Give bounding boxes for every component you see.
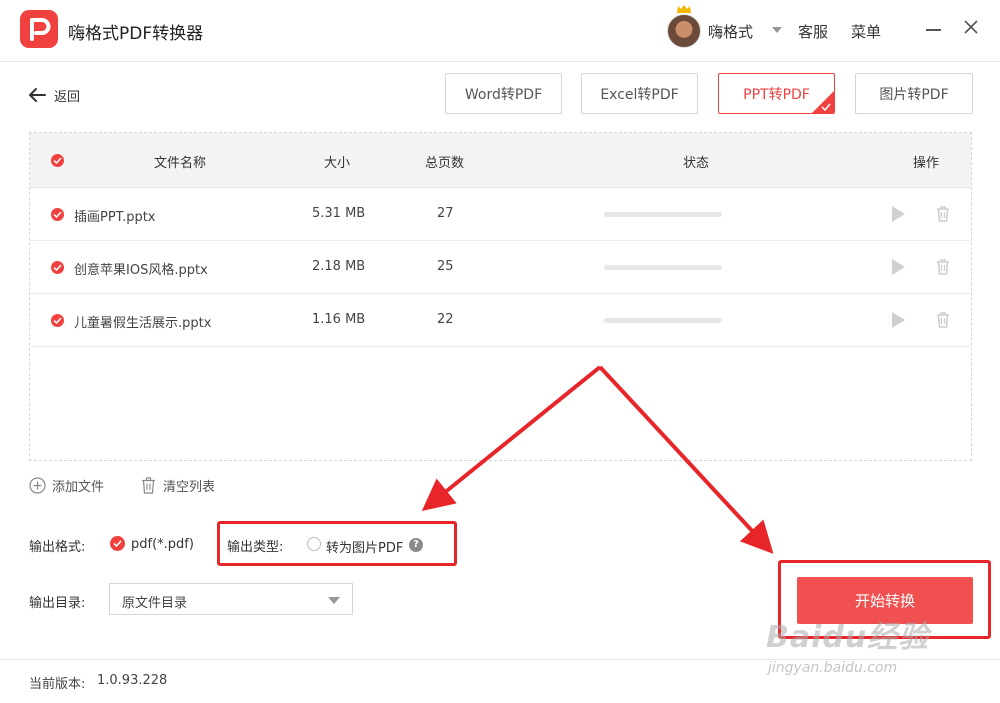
plus-circle-icon (29, 477, 46, 494)
table-header: 文件名称 大小 总页数 状态 操作 (30, 133, 971, 188)
app-logo-icon (20, 10, 58, 48)
tab-label: Word转PDF (464, 86, 543, 103)
tab-excel-to-pdf[interactable]: Excel转PDF (581, 73, 698, 114)
chevron-down-icon (328, 597, 340, 604)
version-value: 1.0.93.228 (97, 673, 168, 688)
tab-label: PPT转PDF (743, 86, 810, 103)
play-icon[interactable] (892, 206, 905, 222)
play-icon[interactable] (892, 259, 905, 275)
file-pages: 22 (437, 312, 454, 327)
trash-icon[interactable] (936, 206, 950, 222)
title-bar: 嗨格式PDF转换器 嗨格式 客服 菜单 (0, 0, 1000, 62)
output-format-label: 输出格式: (29, 540, 86, 555)
progress-bar (604, 212, 722, 217)
file-table: 文件名称 大小 总页数 状态 操作 插画PPT.pptx 5.31 MB 27 … (29, 132, 972, 461)
file-size: 1.16 MB (312, 312, 366, 327)
arrow-left-icon (29, 88, 46, 102)
header-status: 状态 (683, 156, 710, 171)
add-file-label: 添加文件 (52, 480, 105, 495)
add-file-button[interactable]: 添加文件 (29, 476, 104, 495)
header-actions: 操作 (913, 156, 940, 171)
output-dir-select[interactable]: 原文件目录 (109, 583, 353, 615)
select-all-checkbox[interactable] (51, 154, 64, 167)
table-row: 插画PPT.pptx 5.31 MB 27 (30, 188, 971, 241)
tab-label: 图片转PDF (879, 86, 949, 103)
tab-word-to-pdf[interactable]: Word转PDF (445, 73, 562, 114)
watermark-url: jingyan.baidu.com (768, 660, 898, 676)
clear-list-label: 清空列表 (163, 480, 216, 495)
chevron-down-icon[interactable] (772, 27, 782, 33)
user-name[interactable]: 嗨格式 (708, 21, 753, 42)
clear-list-button[interactable]: 清空列表 (141, 476, 215, 495)
tab-label: Excel转PDF (600, 86, 679, 103)
menu-button[interactable]: 菜单 (851, 21, 881, 42)
header-name: 文件名称 (154, 156, 207, 171)
table-row: 创意苹果IOS风格.pptx 2.18 MB 25 (30, 241, 971, 294)
crown-icon (677, 5, 691, 13)
user-avatar[interactable] (667, 14, 701, 48)
watermark-logo: Baidu经验 (766, 620, 930, 655)
progress-bar (604, 265, 722, 270)
trash-icon[interactable] (936, 259, 950, 275)
row-checkbox[interactable] (51, 314, 64, 327)
close-icon[interactable] (962, 18, 980, 36)
back-button[interactable]: 返回 (28, 84, 80, 106)
row-checkbox[interactable] (51, 261, 64, 274)
row-checkbox[interactable] (51, 208, 64, 221)
file-pages: 27 (437, 206, 454, 221)
file-pages: 25 (437, 259, 454, 274)
header-pages: 总页数 (425, 156, 465, 171)
tab-image-to-pdf[interactable]: 图片转PDF (855, 73, 973, 114)
output-dir-label: 输出目录: (29, 596, 86, 611)
format-pdf-radio[interactable] (110, 536, 125, 551)
minimize-icon[interactable] (926, 29, 941, 31)
file-size: 5.31 MB (312, 206, 366, 221)
trash-icon (142, 477, 155, 494)
output-dir-value: 原文件目录 (122, 596, 188, 611)
app-title: 嗨格式PDF转换器 (68, 24, 204, 44)
file-name: 插画PPT.pptx (74, 210, 156, 225)
play-icon[interactable] (892, 312, 905, 328)
customer-service-button[interactable]: 客服 (798, 21, 828, 42)
progress-bar (604, 318, 722, 323)
trash-icon[interactable] (936, 312, 950, 328)
file-name: 儿童暑假生活展示.pptx (74, 316, 212, 331)
table-row: 儿童暑假生活展示.pptx 1.16 MB 22 (30, 294, 971, 347)
check-icon (821, 103, 831, 111)
file-name: 创意苹果IOS风格.pptx (74, 263, 208, 278)
header-size: 大小 (324, 156, 351, 171)
tab-ppt-to-pdf[interactable]: PPT转PDF (718, 73, 835, 114)
version-label: 当前版本: (29, 677, 86, 692)
back-label: 返回 (54, 89, 81, 105)
file-size: 2.18 MB (312, 259, 366, 274)
format-pdf-label: pdf(*.pdf) (131, 537, 194, 552)
annotation-box (217, 521, 457, 566)
